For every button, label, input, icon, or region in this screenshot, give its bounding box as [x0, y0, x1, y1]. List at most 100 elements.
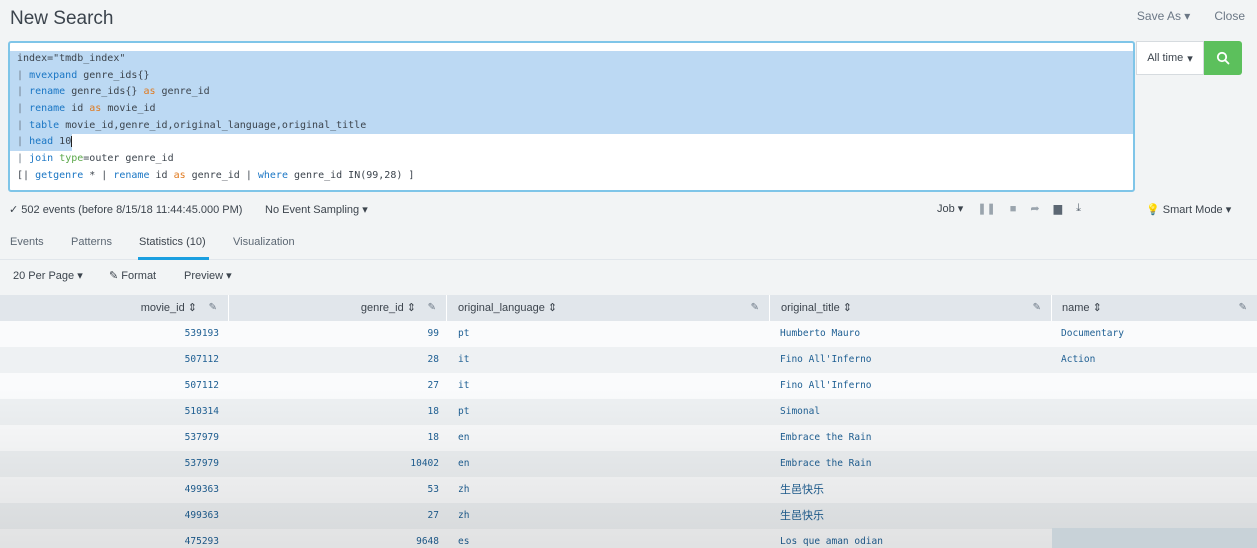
cell-original-language[interactable]: es [458, 529, 469, 548]
column-label: original_title [781, 302, 840, 314]
cell-original-title[interactable]: Los que aman odian [780, 529, 883, 548]
search-line-text: | rename id as movie_id [17, 103, 156, 115]
per-page-label: 20 Per Page [13, 270, 75, 282]
column-header-original-language[interactable]: original_language ⇕ ✎ [447, 295, 770, 321]
cell-genre-id[interactable]: 9648 [416, 529, 439, 548]
cell-original-language[interactable]: it [458, 373, 469, 399]
cell-genre-id[interactable]: 53 [428, 477, 439, 503]
table-header: movie_id ⇕ ✎ genre_id ⇕ ✎ original_langu… [0, 295, 1257, 321]
cell-original-language[interactable]: pt [458, 321, 469, 347]
search-button[interactable] [1204, 41, 1242, 75]
table-row: 537979 18 en Embrace the Rain [0, 425, 1257, 451]
text-caret [71, 135, 73, 147]
cell-original-title[interactable]: 生邑快乐 [780, 503, 824, 529]
pencil-icon[interactable]: ✎ [751, 295, 759, 321]
format-menu[interactable]: ✎ Format [109, 269, 156, 282]
search-line-text: | table movie_id,genre_id,original_langu… [17, 119, 367, 131]
pause-icon[interactable]: ❚❚ [977, 202, 995, 215]
cell-original-title[interactable]: 生邑快乐 [780, 477, 824, 503]
cell-genre-id[interactable]: 28 [428, 347, 439, 373]
search-line: [| getgenre * | rename id as genre_id | … [10, 168, 1133, 185]
cell-genre-id[interactable]: 27 [428, 373, 439, 399]
cell-movie-id[interactable]: 537979 [185, 425, 219, 451]
cell-name[interactable]: Documentary [1061, 321, 1124, 347]
cell-genre-id[interactable]: 10402 [410, 451, 439, 477]
cell-original-title[interactable]: Embrace the Rain [780, 425, 872, 451]
column-label: movie_id [140, 302, 185, 314]
job-status-row: ✓ 502 events (before 8/15/18 11:44:45.00… [0, 200, 1257, 220]
cell-movie-id[interactable]: 537979 [185, 451, 219, 477]
cell-genre-id[interactable]: 99 [428, 321, 439, 347]
search-line: | join type=outer genre_id [10, 151, 1133, 168]
table-row: 537979 10402 en Embrace the Rain [0, 451, 1257, 477]
cell-original-language[interactable]: it [458, 347, 469, 373]
search-line: | mvexpand genre_ids{} [10, 67, 1133, 85]
preview-label: Preview [184, 270, 224, 282]
job-menu[interactable]: Job ▾ [937, 202, 963, 215]
cell-name[interactable]: Action [1061, 347, 1095, 373]
lightbulb-icon: 💡 [1146, 204, 1160, 216]
print-icon[interactable]: ▆ [1054, 202, 1062, 215]
cell-original-language[interactable]: pt [458, 399, 469, 425]
close-button[interactable]: Close [1214, 9, 1245, 23]
table-row: 499363 53 zh 生邑快乐 [0, 477, 1257, 503]
save-as-label: Save As [1136, 9, 1181, 23]
cell-original-title[interactable]: Embrace the Rain [780, 451, 872, 477]
search-line: | table movie_id,genre_id,original_langu… [10, 117, 1133, 135]
pencil-icon[interactable]: ✎ [428, 295, 436, 321]
tab-visualization[interactable]: Visualization [233, 236, 295, 248]
pencil-icon[interactable]: ✎ [1033, 295, 1041, 321]
search-line-text: | join type=outer genre_id [17, 153, 174, 165]
cell-genre-id[interactable]: 27 [428, 503, 439, 529]
pencil-icon[interactable]: ✎ [1239, 295, 1247, 321]
top-actions: Save As ▾ Close [1137, 9, 1245, 23]
format-label: Format [121, 270, 157, 282]
cell-movie-id[interactable]: 507112 [185, 347, 219, 373]
cell-movie-id[interactable]: 499363 [185, 503, 219, 529]
tab-patterns[interactable]: Patterns [71, 236, 112, 248]
chevron-down-icon: ▾ [1187, 52, 1193, 65]
pencil-icon[interactable]: ✎ [209, 295, 217, 321]
search-editor[interactable]: index="tmdb_index" | mvexpand genre_ids{… [8, 41, 1135, 192]
cell-original-language[interactable]: zh [458, 477, 469, 503]
column-header-name[interactable]: name ⇕ ✎ [1052, 295, 1257, 321]
cell-original-title[interactable]: Fino All'Inferno [780, 347, 872, 373]
column-header-genre-id[interactable]: genre_id ⇕ ✎ [229, 295, 447, 321]
per-page-menu[interactable]: 20 Per Page ▾ [13, 269, 83, 282]
cell-original-title[interactable]: Simonal [780, 399, 820, 425]
event-sampling-label: No Event Sampling [265, 204, 360, 216]
table-body: 539193 99 pt Humberto Mauro Documentary … [0, 321, 1257, 548]
results-tabs: Events Patterns Statistics (10) Visualiz… [0, 228, 1257, 260]
stop-icon[interactable]: ■ [1010, 203, 1017, 215]
cell-original-language[interactable]: zh [458, 503, 469, 529]
cell-genre-id[interactable]: 18 [428, 425, 439, 451]
tab-events[interactable]: Events [10, 236, 44, 248]
search-line-text: [| getgenre * | rename id as genre_id | … [17, 169, 415, 181]
save-as-menu[interactable]: Save As ▾ [1137, 9, 1190, 23]
cell-original-language[interactable]: en [458, 451, 469, 477]
export-icon[interactable]: ⤓ [1076, 202, 1081, 215]
time-range-label: All time [1147, 52, 1184, 64]
cell-original-title[interactable]: Fino All'Inferno [780, 373, 872, 399]
preview-menu[interactable]: Preview ▾ [184, 269, 232, 282]
search-line-text: index="tmdb_index" [17, 53, 126, 64]
share-icon[interactable]: ➦ [1030, 202, 1039, 215]
cell-original-title[interactable]: Humberto Mauro [780, 321, 860, 347]
search-mode-menu[interactable]: 💡 Smart Mode ▾ [1146, 203, 1231, 216]
cell-overlay [1052, 528, 1257, 548]
column-header-original-title[interactable]: original_title ⇕ ✎ [770, 295, 1052, 321]
cell-movie-id[interactable]: 539193 [185, 321, 219, 347]
cell-movie-id[interactable]: 510314 [185, 399, 219, 425]
cell-movie-id[interactable]: 499363 [185, 477, 219, 503]
job-label: Job [937, 203, 955, 215]
search-line-text: | rename genre_ids{} as genre_id [17, 86, 210, 98]
event-sampling-menu[interactable]: No Event Sampling ▾ [265, 203, 368, 216]
cell-movie-id[interactable]: 475293 [185, 529, 219, 548]
tab-statistics[interactable]: Statistics (10) [139, 236, 206, 248]
cell-genre-id[interactable]: 18 [428, 399, 439, 425]
time-range-picker[interactable]: All time ▾ [1136, 41, 1204, 75]
cell-original-language[interactable]: en [458, 425, 469, 451]
table-row: 539193 99 pt Humberto Mauro Documentary [0, 321, 1257, 347]
column-header-movie-id[interactable]: movie_id ⇕ ✎ [0, 295, 229, 321]
cell-movie-id[interactable]: 507112 [185, 373, 219, 399]
